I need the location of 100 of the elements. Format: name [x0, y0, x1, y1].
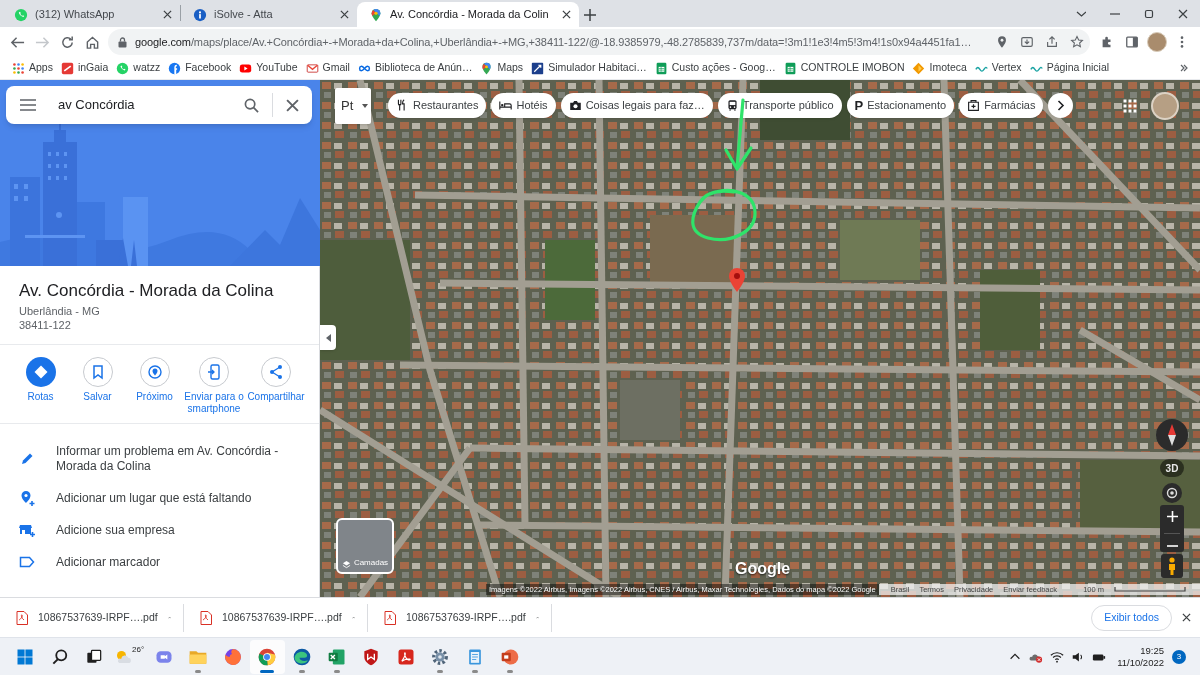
place-locality: Uberlândia - MG: [19, 304, 101, 318]
home-icon[interactable]: [85, 34, 100, 50]
maximize-icon[interactable]: [1144, 8, 1154, 19]
taskbar-app[interactable]: [250, 639, 285, 674]
browser-tab[interactable]: iSolve - Atta: [181, 2, 357, 27]
close-icon[interactable]: [562, 10, 571, 19]
close-icon[interactable]: [163, 10, 172, 19]
collapse-panel-button[interactable]: [320, 325, 336, 350]
more-bookmarks-icon[interactable]: [1180, 64, 1188, 72]
nearby-button[interactable]: Próximo: [126, 357, 183, 423]
bookmark[interactable]: YouTube: [239, 60, 298, 76]
bus-icon: [725, 99, 739, 112]
install-icon[interactable]: [1019, 35, 1034, 49]
add-place-link[interactable]: Adicionar um lugar que está faltando: [19, 490, 300, 506]
download-item[interactable]: 10867537639-IRPF….pdf: [184, 598, 367, 637]
bookmark[interactable]: Facebook: [168, 60, 232, 76]
scale-bar-icon: [1114, 587, 1186, 592]
bookmark[interactable]: Biblioteca de Anún…: [357, 60, 473, 76]
bookmark[interactable]: Gmail: [305, 60, 350, 76]
tilt-3d-button[interactable]: 3D: [1160, 459, 1184, 477]
download-item[interactable]: 10867537639-IRPF….pdf: [368, 598, 551, 637]
pencil-icon: [19, 451, 35, 467]
menu-icon[interactable]: [20, 99, 36, 111]
compass-icon[interactable]: [1156, 419, 1188, 451]
place-title: Av. Concórdia - Morada da Colina: [19, 281, 275, 301]
category-chip[interactable]: Transporte público: [717, 93, 842, 118]
satellite-map-drawing[interactable]: [320, 80, 1200, 597]
send-to-phone-button[interactable]: Enviar para o smartphone: [183, 357, 245, 423]
square-logo-icon: [531, 61, 545, 75]
chevron-right-icon[interactable]: [1048, 93, 1074, 118]
layers-button[interactable]: Camadas: [336, 518, 394, 574]
side-panel-icon[interactable]: [1124, 35, 1139, 49]
category-chip[interactable]: Hotéis: [491, 93, 556, 118]
chat-bubble-icon: [116, 61, 130, 75]
report-problem-link[interactable]: Informar um problema em Av. Concórdia - Morada da Colina: [19, 444, 300, 474]
medical-box-icon: [967, 99, 981, 112]
share-icon[interactable]: [1044, 35, 1059, 49]
bookmark[interactable]: Simulador Habitaci…: [531, 60, 647, 76]
layers-icon: [341, 560, 351, 569]
bookmark[interactable]: Maps: [480, 60, 524, 76]
close-icon[interactable]: [286, 98, 299, 112]
zoom-out-icon[interactable]: [1166, 544, 1178, 547]
browser-tab[interactable]: (312) WhatsApp: [2, 2, 180, 27]
bookmark[interactable]: Custo ações - Goog…: [654, 60, 776, 76]
lock-icon[interactable]: [118, 36, 127, 48]
bookmark[interactable]: watzz: [116, 60, 161, 76]
bookmark[interactable]: Página Inicial: [1029, 60, 1110, 76]
bookmark[interactable]: inGaia: [60, 60, 109, 76]
search-field[interactable]: av Concórdia: [6, 86, 312, 124]
bed-icon: [499, 99, 513, 112]
reload-icon[interactable]: [60, 34, 75, 50]
notification-badge[interactable]: 3: [1172, 649, 1186, 664]
category-chip[interactable]: Farmácias: [959, 93, 1044, 118]
search-icon[interactable]: [244, 97, 259, 113]
address-bar[interactable]: google.com/maps/place/Av.+Concórdia+-+Morada+da+Colina,+Uberlândia+-+MG,+38411-122/@-18.9385979,-48.2785839,737m/data=!3m1!1e3!4m5!3m4!1s0x94a4451fa1…: [108, 29, 1090, 55]
share-button[interactable]: Compartilhar: [245, 357, 307, 423]
new-tab-icon[interactable]: [584, 8, 596, 21]
save-button[interactable]: Salvar: [69, 357, 126, 423]
add-location-icon: [19, 490, 35, 506]
gear-icon: [430, 646, 451, 667]
wifi-icon[interactable]: [1049, 649, 1064, 664]
bookmark[interactable]: Imoteca: [912, 60, 967, 76]
category-chip[interactable]: Restaurantes: [388, 93, 487, 118]
caret-down-icon: [362, 104, 368, 108]
more-menu-icon[interactable]: [1179, 35, 1184, 49]
input-tool-button[interactable]: Pt: [335, 88, 371, 124]
location-pin-icon: [729, 268, 745, 292]
pegman-icon[interactable]: [1161, 554, 1183, 578]
swirl-icon: [292, 646, 313, 667]
apps-grid-icon: [12, 61, 25, 75]
diamond-icon: [912, 61, 926, 75]
close-icon[interactable]: [340, 10, 349, 19]
bookmark[interactable]: Apps: [12, 60, 53, 76]
category-chip[interactable]: Coisas legais para faz…: [560, 93, 713, 118]
add-label-link[interactable]: Adicionar marcador: [19, 554, 300, 570]
bookmark[interactable]: Vertex: [974, 60, 1022, 76]
add-business-link[interactable]: Adicione sua empresa: [19, 522, 300, 538]
zoom-in-icon[interactable]: [1166, 510, 1178, 522]
star-icon[interactable]: [1069, 35, 1084, 49]
square-logo-icon: [60, 61, 74, 75]
directions-button[interactable]: Rotas: [12, 357, 69, 423]
bookmark[interactable]: CONTROLE IMOBON: [783, 60, 905, 76]
my-location-icon[interactable]: [1162, 483, 1182, 503]
close-icon[interactable]: [1178, 8, 1188, 19]
circle-logo-icon: [168, 61, 182, 75]
clock-button[interactable]: 19:25 11/10/2022: [1117, 644, 1164, 669]
category-chip[interactable]: P Estacionamento: [846, 93, 955, 118]
apps-grid-icon[interactable]: [1123, 99, 1137, 113]
pdf-file-icon: [384, 610, 396, 625]
label-icon: [19, 554, 35, 570]
chat-bubble-icon: [14, 7, 28, 22]
globe-icon: [222, 646, 243, 667]
logo-text: Google: [735, 559, 791, 579]
download-item[interactable]: 10867537639-IRPF….pdf: [0, 598, 183, 637]
storefront-icon: [19, 522, 35, 538]
map-pin-icon: [369, 7, 383, 22]
close-icon[interactable]: [1182, 613, 1191, 622]
profile-avatar[interactable]: [1146, 32, 1167, 52]
spreadsheet-icon: [654, 61, 668, 75]
browser-tab[interactable]: Av. Concórdia - Morada da Colin: [357, 2, 579, 27]
